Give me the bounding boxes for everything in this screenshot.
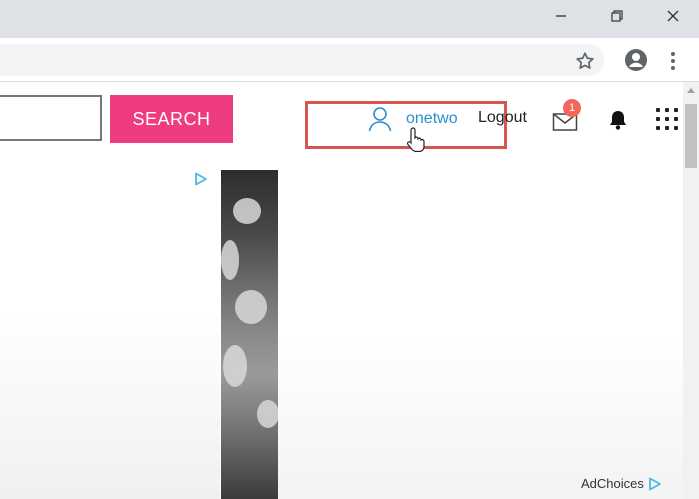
ad-image[interactable] xyxy=(221,170,278,499)
logout-link[interactable]: Logout xyxy=(478,109,527,127)
adchoices-icon xyxy=(648,477,661,490)
account-icon[interactable] xyxy=(624,48,648,72)
background-fade xyxy=(0,312,220,499)
star-icon[interactable] xyxy=(574,50,596,72)
browser-title-bar xyxy=(0,0,699,38)
restore-icon xyxy=(611,10,623,22)
scroll-thumb[interactable] xyxy=(685,104,697,168)
address-bar xyxy=(0,38,699,82)
close-button[interactable] xyxy=(650,0,696,32)
search-input[interactable] xyxy=(0,95,102,141)
kebab-menu-icon[interactable] xyxy=(666,50,680,72)
restore-button[interactable] xyxy=(594,0,640,32)
close-icon xyxy=(667,10,679,22)
hand-cursor-icon xyxy=(406,127,425,152)
user-icon[interactable] xyxy=(368,106,392,132)
search-button[interactable]: SEARCH xyxy=(110,95,233,143)
ad-play-icon[interactable] xyxy=(194,172,208,186)
background-fade xyxy=(278,332,683,499)
bell-icon[interactable] xyxy=(606,108,630,132)
omnibox[interactable] xyxy=(0,44,604,76)
adchoices-link[interactable]: AdChoices xyxy=(581,476,662,491)
adchoices-label: AdChoices xyxy=(581,476,644,491)
apps-grid-icon[interactable] xyxy=(656,108,678,130)
vertical-scrollbar[interactable] xyxy=(683,82,699,499)
notification-badge: 1 xyxy=(563,99,581,117)
minimize-button[interactable] xyxy=(538,0,584,32)
page-content: SEARCH onetwo Logout 1 AdChoices xyxy=(0,82,683,499)
scroll-up-arrow[interactable] xyxy=(683,86,699,98)
minimize-icon xyxy=(556,15,566,17)
